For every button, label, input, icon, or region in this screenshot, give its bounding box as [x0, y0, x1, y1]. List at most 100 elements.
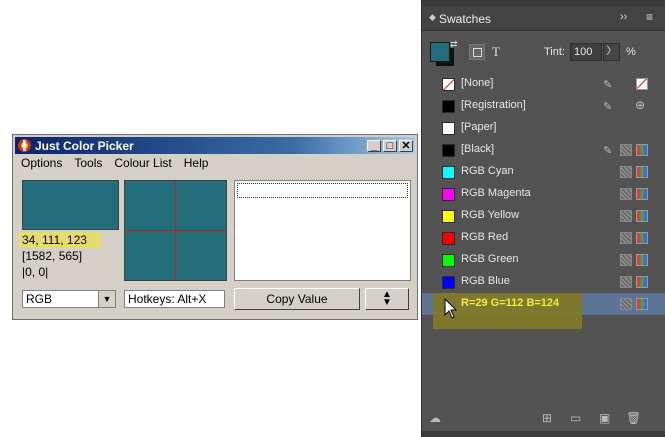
collapse-icon[interactable]: ››: [620, 11, 627, 23]
app-logo-icon: [18, 139, 31, 152]
swatch-row-blue[interactable]: RGB Blue: [422, 271, 665, 293]
swatch-row-green[interactable]: RGB Green: [422, 249, 665, 271]
process-mode-icon: [620, 210, 632, 222]
rgb-type-icon: [636, 276, 648, 288]
rgb-value: 34, 111, 123: [19, 232, 101, 248]
new-swatch-icon[interactable]: ▣: [599, 411, 610, 425]
tint-input[interactable]: 100: [570, 43, 602, 61]
formatting-text-icon[interactable]: T: [492, 44, 500, 60]
down-arrow-icon: ▼: [382, 297, 392, 308]
color-history-list[interactable]: [234, 180, 411, 281]
swatch-label: RGB Red: [461, 231, 509, 243]
window-title: Just Color Picker: [35, 138, 134, 153]
swatch-chip: [442, 100, 455, 113]
no-edit-icon: ✎: [603, 79, 613, 91]
cloud-library-icon[interactable]: ☁: [429, 411, 441, 425]
minimize-button[interactable]: _: [367, 139, 381, 152]
rgb-type-icon: [636, 232, 648, 244]
show-swatch-kinds-icon[interactable]: ⊞: [542, 411, 552, 425]
swatch-chip: [442, 276, 455, 289]
reorder-button[interactable]: ▲ ▼: [365, 288, 409, 310]
current-color-preview: [22, 180, 119, 230]
formatting-container-icon[interactable]: [469, 44, 485, 60]
swatch-label: [Registration]: [461, 99, 526, 111]
process-mode-icon: [620, 298, 632, 310]
registration-icon: ⊕: [635, 98, 646, 112]
swatch-chip: [442, 78, 455, 91]
rgb-type-icon: [636, 166, 648, 178]
tint-label: Tint:: [544, 46, 565, 58]
swatch-row-cyan[interactable]: RGB Cyan: [422, 161, 665, 183]
panel-header: ◆ Swatches ›› ≡: [422, 6, 665, 31]
menu-tools[interactable]: Tools: [68, 155, 108, 172]
cursor-offset: |0, 0|: [22, 265, 49, 279]
mouse-cursor-icon: [444, 298, 458, 319]
tint-stepper[interactable]: 〉: [603, 43, 620, 61]
swatch-row-yellow[interactable]: RGB Yellow: [422, 205, 665, 227]
rgb-type-icon: [636, 188, 648, 200]
swatch-label: [Black]: [461, 143, 495, 155]
color-picker-window: Just Color Picker _ □ ✕ Options Tools Co…: [12, 134, 418, 320]
swatch-chip: [442, 166, 455, 179]
process-mode-icon: [620, 144, 632, 156]
menu-bar: Options Tools Colour List Help: [15, 155, 415, 172]
panel-bottom-strip: [422, 431, 665, 437]
swatch-chip: [442, 144, 455, 157]
close-button[interactable]: ✕: [399, 139, 413, 152]
rgb-type-icon: [636, 298, 648, 310]
color-type-icon: [636, 144, 648, 156]
format-select[interactable]: RGB ▼: [22, 290, 116, 308]
title-bar[interactable]: Just Color Picker _ □ ✕: [15, 137, 415, 154]
swatch-label: RGB Magenta: [461, 187, 531, 199]
color-info: 34, 111, 123 [1582, 565] |0, 0|: [19, 232, 101, 280]
process-mode-icon: [620, 166, 632, 178]
swatches-panel: ◆ Swatches ›› ≡ ⇄ T Tint: 100 〉 % [None]…: [421, 0, 665, 437]
swatch-row-none[interactable]: [None] ✎: [422, 73, 665, 95]
color-tooltip-text: R=29 G=112 B=124: [461, 297, 560, 309]
process-mode-icon: [620, 276, 632, 288]
tint-unit: %: [626, 46, 636, 58]
swatch-controls: ⇄ T Tint: 100 〉 %: [422, 31, 665, 73]
cursor-position: [1582, 565]: [22, 249, 83, 263]
panel-title: Swatches: [439, 12, 492, 26]
fill-swatch[interactable]: [430, 42, 450, 62]
swatch-row-red[interactable]: RGB Red: [422, 227, 665, 249]
format-select-value: RGB: [26, 292, 53, 306]
swatch-row-paper[interactable]: [Paper]: [422, 117, 665, 139]
magnifier: [124, 180, 227, 281]
swatch-row-registration[interactable]: [Registration] ✎ ⊕: [422, 95, 665, 117]
swatch-list: [None] ✎ [Registration] ✎ ⊕ [Paper] [Bla…: [422, 73, 665, 406]
swap-icon[interactable]: ⇄: [450, 39, 458, 50]
swatch-label: [Paper]: [461, 121, 497, 133]
chevron-down-icon[interactable]: ▼: [98, 291, 115, 307]
panel-grip-icon[interactable]: ◆: [429, 12, 436, 23]
rgb-type-icon: [636, 254, 648, 266]
swatch-chip: [442, 188, 455, 201]
no-edit-icon: ✎: [603, 145, 613, 157]
maximize-button[interactable]: □: [383, 139, 397, 152]
menu-help[interactable]: Help: [178, 155, 215, 172]
panel-menu-icon[interactable]: ≡: [646, 10, 653, 24]
copy-value-button[interactable]: Copy Value: [234, 288, 360, 310]
swatch-label: RGB Green: [461, 253, 519, 265]
menu-options[interactable]: Options: [15, 155, 68, 172]
panel-footer: ☁ ⊞ ▭ ▣ 🗑: [422, 406, 665, 431]
swatch-chip: [442, 210, 455, 223]
no-edit-icon: ✎: [603, 101, 613, 113]
new-group-icon[interactable]: ▭: [570, 411, 581, 425]
process-mode-icon: [620, 232, 632, 244]
swatch-chip: [442, 254, 455, 267]
delete-swatch-icon[interactable]: 🗑: [626, 411, 641, 425]
crosshair-horizontal: [125, 230, 226, 231]
history-selected-row[interactable]: [237, 183, 408, 198]
process-mode-icon: [620, 188, 632, 200]
swatch-label: RGB Yellow: [461, 209, 520, 221]
hotkeys-field[interactable]: Hotkeys: Alt+X: [124, 290, 225, 308]
swatch-label: RGB Blue: [461, 275, 510, 287]
swatch-chip: [442, 122, 455, 135]
menu-colour-list[interactable]: Colour List: [108, 155, 177, 172]
none-type-icon: [636, 78, 648, 90]
swatch-label: [None]: [461, 77, 494, 89]
swatch-row-magenta[interactable]: RGB Magenta: [422, 183, 665, 205]
swatch-row-black[interactable]: [Black] ✎: [422, 139, 665, 161]
